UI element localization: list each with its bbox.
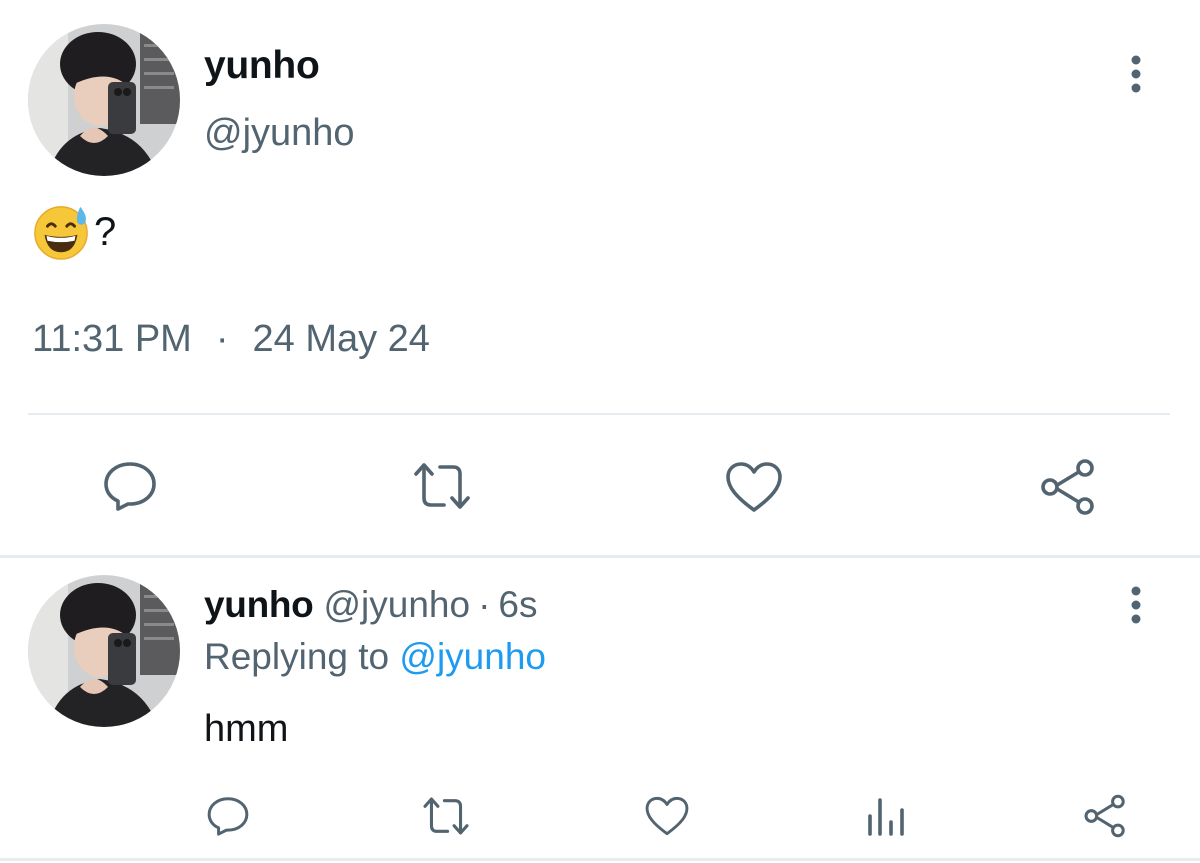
section-divider (0, 555, 1200, 558)
share-icon[interactable] (1038, 458, 1098, 516)
reply-time[interactable]: 6s (498, 584, 537, 626)
reply-icon[interactable] (206, 795, 250, 837)
author-avatar[interactable] (28, 24, 180, 176)
meta-separator: · (215, 318, 229, 360)
tweet-text: ? (32, 200, 116, 264)
author-handle[interactable]: @jyunho (204, 112, 355, 155)
avatar-image (28, 575, 180, 727)
replying-to-link[interactable]: @jyunho (399, 636, 546, 677)
author-name[interactable]: yunho (204, 44, 320, 88)
tweet-timestamp[interactable]: 11:31 PM · 24 May 24 (32, 318, 430, 361)
analytics-icon[interactable] (866, 796, 906, 836)
retweet-icon[interactable] (420, 795, 472, 837)
like-icon[interactable] (644, 795, 690, 837)
avatar-image (28, 24, 180, 176)
like-icon[interactable] (724, 460, 784, 514)
reply-icon[interactable] (102, 460, 158, 512)
bottom-divider (0, 858, 1200, 861)
grinning-face-with-sweat-icon (34, 206, 88, 260)
divider (28, 413, 1170, 415)
reply-author-avatar[interactable] (28, 575, 180, 727)
replying-to: Replying to @jyunho (204, 636, 546, 678)
more-options-icon[interactable] (1122, 586, 1150, 624)
tweet-date[interactable]: 24 May 24 (253, 318, 430, 361)
retweet-icon[interactable] (410, 460, 474, 512)
header-separator: · (478, 584, 491, 625)
tweet-time[interactable]: 11:31 PM (32, 318, 192, 361)
share-icon[interactable] (1082, 794, 1128, 838)
reply-header: yunho @jyunho · 6s (204, 584, 537, 626)
reply-author-handle[interactable]: @jyunho (323, 584, 470, 626)
reply-text: hmm (204, 708, 289, 750)
replying-to-label: Replying to (204, 636, 390, 677)
more-options-icon[interactable] (1122, 55, 1150, 93)
tweet-text-content: ? (94, 209, 117, 254)
reply-author-name[interactable]: yunho (204, 584, 314, 626)
